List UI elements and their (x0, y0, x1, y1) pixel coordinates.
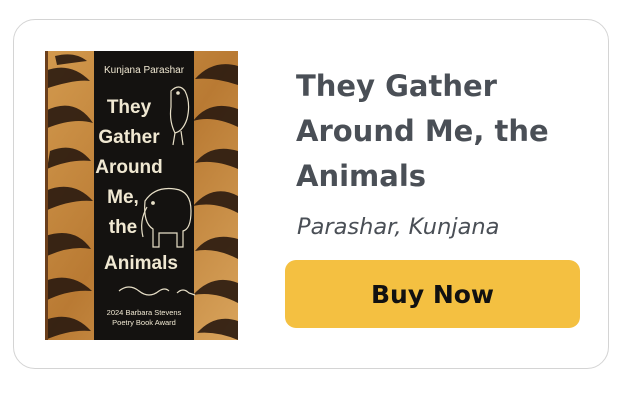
book-card: Kunjana Parashar They Gather Around Me, … (13, 19, 609, 369)
cover-artwork: Kunjana Parashar They Gather Around Me, … (45, 51, 238, 340)
cover-award-line: 2024 Barbara Stevens (107, 308, 182, 317)
book-cover-image[interactable]: Kunjana Parashar They Gather Around Me, … (45, 51, 238, 340)
cover-author-name: Kunjana Parashar (104, 65, 185, 76)
cover-title-line: Animals (104, 253, 178, 274)
book-title[interactable]: They Gather Around Me, the Animals (296, 64, 596, 199)
buy-now-button[interactable]: Buy Now (285, 260, 580, 328)
cover-title-line: They (107, 97, 152, 118)
cover-award-line: Poetry Book Award (112, 318, 176, 327)
book-author: Parashar, Kunjana (297, 214, 500, 240)
cover-title-line: Me, (107, 187, 139, 208)
cover-title-line: Around (95, 157, 163, 178)
cover-title-line: the (109, 217, 138, 238)
cover-title-line: Gather (98, 127, 160, 148)
